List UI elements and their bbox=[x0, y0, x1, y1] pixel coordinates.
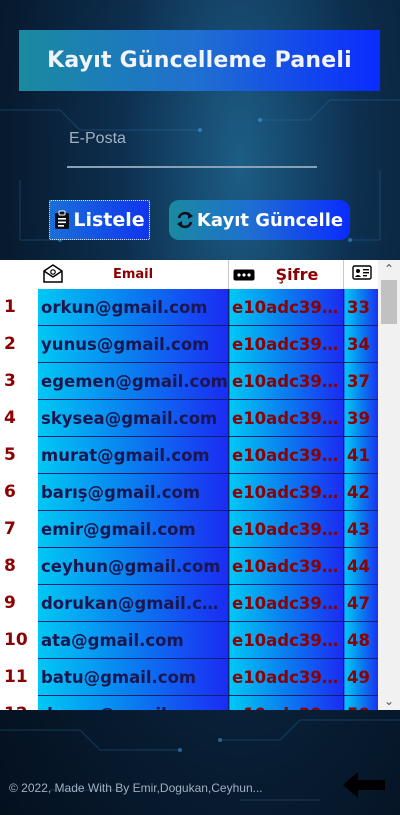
row-number: 6 bbox=[0, 473, 38, 511]
envelope-icon bbox=[43, 264, 63, 283]
password-dots-icon bbox=[233, 269, 255, 281]
panel-title: Kayıt Güncelleme Paneli bbox=[19, 30, 380, 91]
table-row[interactable]: 7emir@gmail.come10adc3949ba59abbe56e057f… bbox=[0, 510, 380, 548]
id-cell: 50 bbox=[343, 695, 380, 710]
table-header-row: Email Şifre bbox=[0, 260, 380, 289]
scroll-up-arrow-icon[interactable]: ⌃ bbox=[378, 260, 400, 278]
records-table: Email Şifre 1 orkun@gmail.com e10adc3949… bbox=[0, 260, 380, 710]
table-row[interactable]: 2yunus@gmail.come10adc3949ba59abbe56e057… bbox=[0, 325, 380, 363]
row-number: 2 bbox=[0, 325, 38, 363]
list-button-label: Listele bbox=[73, 209, 145, 231]
table-row[interactable]: 3egemen@gmail.come10adc3949ba59abbe56e05… bbox=[0, 362, 380, 400]
table-row[interactable]: 12dogan@gmail.come10adc3949ba59abbe56e05… bbox=[0, 695, 380, 710]
password-cell: e10adc3949ba59abbe56e057f20f883e bbox=[228, 658, 344, 696]
email-header-label: Email bbox=[112, 267, 154, 282]
email-column-header: Email bbox=[38, 260, 229, 289]
email-cell: emir@gmail.com bbox=[38, 510, 229, 548]
table-scrollbar[interactable]: ⌃ ⌄ bbox=[378, 260, 400, 710]
id-cell: 48 bbox=[343, 621, 380, 659]
table-row[interactable]: 10ata@gmail.come10adc3949ba59abbe56e057f… bbox=[0, 621, 380, 659]
footer-credits: © 2022, Made With By Emir,Dogukan,Ceyhun… bbox=[9, 781, 263, 795]
password-cell: e10adc3949ba59abbe56e057f20f883e bbox=[228, 289, 344, 326]
row-number: 7 bbox=[0, 510, 38, 548]
table-row[interactable]: 6barış@gmail.come10adc3949ba59abbe56e057… bbox=[0, 473, 380, 511]
password-header-label: Şifre bbox=[275, 265, 319, 284]
update-button-label: Kayıt Güncelle bbox=[196, 209, 344, 231]
table-row[interactable]: 4skysea@gmail.come10adc3949ba59abbe56e05… bbox=[0, 399, 380, 437]
id-cell: 49 bbox=[343, 658, 380, 696]
password-cell: e10adc3949ba59abbe56e057f20f883e bbox=[228, 325, 344, 363]
password-cell: e10adc3949ba59abbe56e057f20f883e bbox=[228, 473, 344, 511]
update-record-button[interactable]: Kayıt Güncelle bbox=[169, 200, 350, 240]
refresh-icon bbox=[176, 211, 193, 229]
email-cell: batu@gmail.com bbox=[38, 658, 229, 696]
row-number: 3 bbox=[0, 362, 38, 400]
scrollbar-thumb[interactable] bbox=[381, 280, 397, 324]
row-number: 1 bbox=[0, 289, 38, 326]
table-row[interactable]: 8ceyhun@gmail.come10adc3949ba59abbe56e05… bbox=[0, 547, 380, 585]
email-cell: skysea@gmail.com bbox=[38, 399, 229, 437]
id-cell: 42 bbox=[343, 473, 380, 511]
row-number: 4 bbox=[0, 399, 38, 437]
list-button[interactable]: Listele bbox=[49, 200, 150, 240]
email-cell: dorukan@gmail.com bbox=[38, 584, 229, 622]
password-cell: e10adc3949ba59abbe56e057f20f883e bbox=[228, 547, 344, 585]
id-card-icon bbox=[351, 265, 372, 280]
id-cell: 41 bbox=[343, 436, 380, 474]
id-cell: 47 bbox=[343, 584, 380, 622]
email-input[interactable] bbox=[67, 124, 317, 168]
table-row[interactable]: 11batu@gmail.come10adc3949ba59abbe56e057… bbox=[0, 658, 380, 696]
password-cell: e10adc3949ba59abbe56e057f20f883e bbox=[228, 510, 344, 548]
id-cell: 37 bbox=[343, 362, 380, 400]
email-cell: ceyhun@gmail.com bbox=[38, 547, 229, 585]
table-row[interactable]: 9dorukan@gmail.come10adc3949ba59abbe56e0… bbox=[0, 584, 380, 622]
id-column-header bbox=[343, 260, 380, 289]
email-cell: barış@gmail.com bbox=[38, 473, 229, 511]
password-cell: e10adc3949ba59abbe56e057f20f883e bbox=[228, 362, 344, 400]
password-cell: e10adc3949ba59abbe56e057f20f883e bbox=[228, 695, 344, 710]
email-cell: yunus@gmail.com bbox=[38, 325, 229, 363]
email-cell: ata@gmail.com bbox=[38, 621, 229, 659]
id-cell: 33 bbox=[343, 289, 380, 326]
row-number: 8 bbox=[0, 547, 38, 585]
table-row[interactable]: 1orkun@gmail.come10adc3949ba59abbe56e057… bbox=[0, 289, 380, 326]
row-number: 12 bbox=[0, 695, 38, 710]
id-cell: 34 bbox=[343, 325, 380, 363]
id-cell: 39 bbox=[343, 399, 380, 437]
email-cell: egemen@gmail.com bbox=[38, 362, 229, 400]
password-column-header: Şifre bbox=[228, 260, 344, 289]
row-number: 9 bbox=[0, 584, 38, 622]
password-cell: e10adc3949ba59abbe56e057f20f883e bbox=[228, 584, 344, 622]
email-cell: dogan@gmail.com bbox=[38, 695, 229, 710]
email-cell: orkun@gmail.com bbox=[38, 289, 229, 326]
password-cell: e10adc3949ba59abbe56e057f20f883e bbox=[228, 399, 344, 437]
id-cell: 43 bbox=[343, 510, 380, 548]
arrow-left-icon[interactable] bbox=[340, 768, 388, 802]
email-cell: murat@gmail.com bbox=[38, 436, 229, 474]
row-number: 11 bbox=[0, 658, 38, 696]
row-number: 5 bbox=[0, 436, 38, 474]
password-cell: e10adc3949ba59abbe56e057f20f883e bbox=[228, 621, 344, 659]
row-number-header bbox=[0, 260, 38, 289]
records-table-container[interactable]: Email Şifre 1 orkun@gmail.com e10adc3949… bbox=[0, 260, 400, 710]
row-number: 10 bbox=[0, 621, 38, 659]
password-cell: e10adc3949ba59abbe56e057f20f883e bbox=[228, 436, 344, 474]
scroll-down-arrow-icon[interactable]: ⌄ bbox=[378, 692, 400, 710]
table-row[interactable]: 5murat@gmail.come10adc3949ba59abbe56e057… bbox=[0, 436, 380, 474]
id-cell: 44 bbox=[343, 547, 380, 585]
clipboard-icon bbox=[55, 210, 70, 229]
